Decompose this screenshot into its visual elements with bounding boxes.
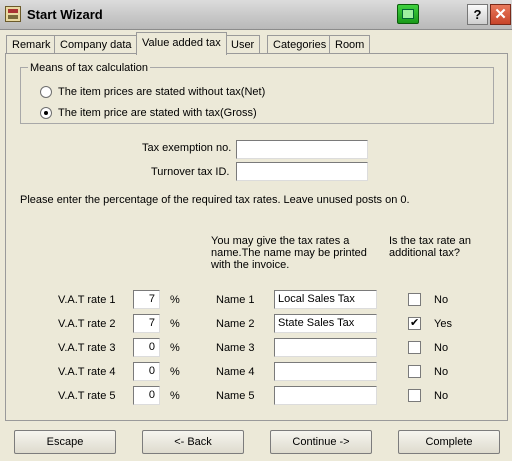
radio-net[interactable]: The item prices are stated without tax(N… [40, 85, 265, 99]
percent-sign: % [170, 390, 180, 402]
turnover-label: Turnover tax ID. [151, 166, 230, 178]
close-button[interactable]: ✕ [490, 4, 511, 25]
radio-gross-button[interactable] [40, 107, 52, 119]
name-label: Name 2 [216, 318, 255, 330]
rate-label: V.A.T rate 3 [58, 342, 116, 354]
window-title: Start Wizard [27, 7, 103, 22]
name-label: Name 3 [216, 342, 255, 354]
name-hint: You may give the tax rates a name.The na… [211, 235, 367, 271]
additional-checkbox[interactable] [408, 316, 421, 330]
title-bar: Start Wizard ? ✕ [0, 0, 512, 30]
name-input[interactable]: Local Sales Tax [274, 290, 377, 309]
rate-label: V.A.T rate 5 [58, 390, 116, 402]
additional-label: No [434, 390, 449, 402]
name-label: Name 1 [216, 294, 255, 306]
additional-label: Yes [434, 318, 452, 330]
print-icon[interactable] [397, 4, 419, 24]
additional-hint: Is the tax rate an additional tax? [389, 235, 471, 259]
tab-value-added-tax[interactable]: Value added tax [136, 32, 227, 55]
additional-checkbox[interactable] [408, 341, 421, 354]
complete-button[interactable]: Complete [398, 430, 500, 454]
percent-sign: % [170, 294, 180, 306]
instructions-text: Please enter the percentage of the requi… [20, 194, 410, 206]
percent-sign: % [170, 366, 180, 378]
rate-label: V.A.T rate 1 [58, 294, 116, 306]
radio-net-label: The item prices are stated without tax(N… [58, 86, 266, 98]
exemption-input[interactable] [236, 140, 368, 159]
additional-checkbox[interactable] [408, 389, 421, 402]
name-label: Name 4 [216, 366, 255, 378]
rate-input[interactable]: 0 [133, 386, 160, 405]
name-input[interactable] [274, 362, 377, 381]
rate-label: V.A.T rate 4 [58, 366, 116, 378]
name-input[interactable] [274, 386, 377, 405]
rate-input[interactable]: 0 [133, 338, 160, 357]
tab-categories[interactable]: Categories [267, 35, 333, 54]
additional-checkbox[interactable] [408, 365, 421, 378]
rate-input[interactable]: 0 [133, 362, 160, 381]
help-button[interactable]: ? [467, 4, 488, 25]
radio-gross[interactable]: The item price are stated with tax(Gross… [40, 106, 257, 120]
name-input[interactable] [274, 338, 377, 357]
name-input[interactable]: State Sales Tax [274, 314, 377, 333]
tab-company-data[interactable]: Company data [54, 35, 138, 54]
exemption-label: Tax exemption no. [142, 142, 232, 154]
escape-button[interactable]: Escape [14, 430, 116, 454]
tab-remark[interactable]: Remark [6, 35, 57, 54]
percent-sign: % [170, 318, 180, 330]
rate-label: V.A.T rate 2 [58, 318, 116, 330]
rate-input[interactable]: 7 [133, 290, 160, 309]
app-icon [5, 6, 21, 22]
tab-room[interactable]: Room [329, 35, 371, 54]
tab-user[interactable]: User [225, 35, 261, 54]
additional-checkbox[interactable] [408, 293, 421, 306]
turnover-input[interactable] [236, 162, 368, 181]
back-button[interactable]: <- Back [142, 430, 244, 454]
rate-input[interactable]: 7 [133, 314, 160, 333]
continue-button[interactable]: Continue -> [270, 430, 372, 454]
radio-net-button[interactable] [40, 86, 52, 98]
additional-label: No [434, 342, 449, 354]
radio-gross-label: The item price are stated with tax(Gross… [58, 107, 257, 119]
additional-label: No [434, 294, 449, 306]
name-label: Name 5 [216, 390, 255, 402]
additional-label: No [434, 366, 449, 378]
tax-calc-group-title: Means of tax calculation [28, 62, 151, 74]
percent-sign: % [170, 342, 180, 354]
